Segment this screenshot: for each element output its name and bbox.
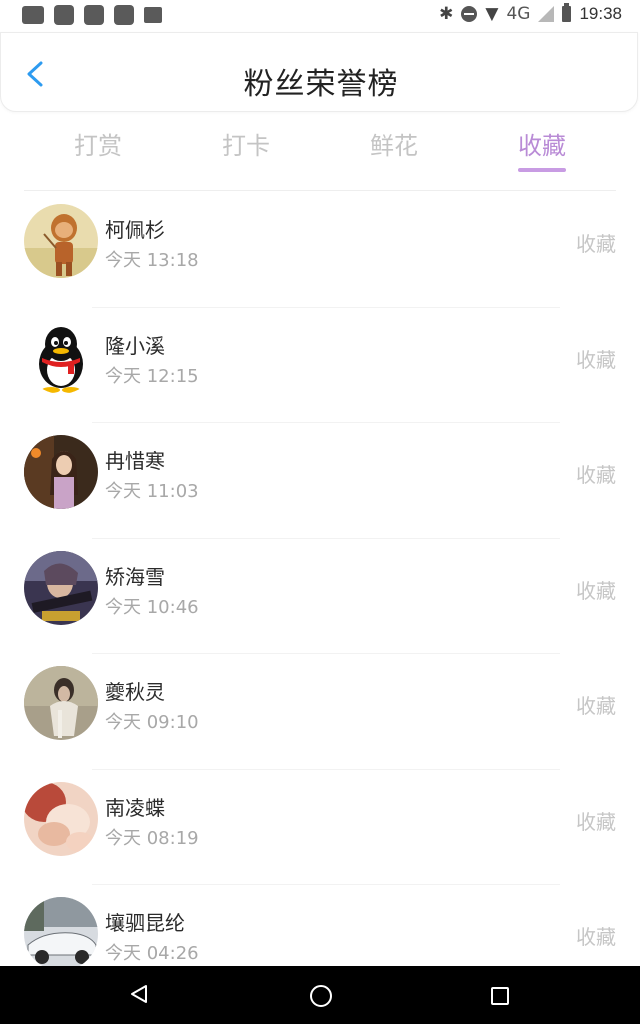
avatar <box>24 204 98 278</box>
nav-recent-apps-icon[interactable] <box>491 987 509 1005</box>
fan-time: 今天 09:10 <box>105 712 199 733</box>
list-item[interactable]: 南凌蝶 今天 08:19 收藏 <box>0 770 640 885</box>
message-icon <box>22 6 44 24</box>
list-item[interactable]: 冉惜寒 今天 11:03 收藏 <box>0 423 640 539</box>
wifi-icon: ▼ <box>485 4 499 24</box>
tab-checkin[interactable]: 打卡 <box>196 126 296 161</box>
fan-time: 今天 04:26 <box>105 943 199 964</box>
app-notification-icon <box>54 5 74 25</box>
image-icon <box>144 7 162 23</box>
navigation-bar <box>0 966 640 1024</box>
header: 粉丝荣誉榜 <box>0 32 638 112</box>
avatar <box>24 319 98 394</box>
system-indicators: ✱ ▼ 4G 19:38 <box>439 3 622 24</box>
fan-action-label: 收藏 <box>576 925 616 949</box>
page-title: 粉丝荣誉榜 <box>243 67 399 102</box>
fan-time: 今天 10:46 <box>105 596 199 618</box>
signal-icon <box>538 6 555 22</box>
app-notification-icon <box>84 5 104 25</box>
avatar <box>24 550 98 625</box>
fan-action-label: 收藏 <box>576 347 616 372</box>
fan-name: 矫海雪 <box>105 564 165 589</box>
nav-home-icon[interactable] <box>310 985 332 1007</box>
tab-flowers[interactable]: 鲜花 <box>344 126 444 161</box>
fan-action-label: 收藏 <box>576 809 616 834</box>
tab-tip[interactable]: 打赏 <box>48 126 148 161</box>
notification-icons <box>22 5 162 25</box>
fan-name: 柯佩杉 <box>105 218 165 242</box>
list-item[interactable]: 矫海雪 今天 10:46 收藏 <box>0 539 640 654</box>
active-tab-indicator <box>518 168 566 172</box>
fan-time: 今天 08:19 <box>105 827 199 849</box>
list-item[interactable]: 柯佩杉 今天 13:18 收藏 <box>0 192 640 308</box>
avatar <box>24 781 98 856</box>
fan-name: 南凌蝶 <box>105 795 165 820</box>
nav-back-icon[interactable] <box>130 984 148 1004</box>
fan-action-label: 收藏 <box>576 578 616 603</box>
avatar <box>24 666 98 740</box>
app-notification-icon <box>114 5 134 25</box>
clock: 19:38 <box>579 4 622 23</box>
fan-name: 夔秋灵 <box>105 680 165 704</box>
avatar <box>24 897 98 971</box>
tab-bar: 打赏 打卡 鲜花 收藏 <box>24 120 616 191</box>
do-not-disturb-icon <box>461 6 478 22</box>
tab-favorites[interactable]: 收藏 <box>492 126 592 161</box>
status-bar: ✱ ▼ 4G 19:38 <box>0 0 640 32</box>
bluetooth-icon: ✱ <box>439 4 454 24</box>
fan-list: 柯佩杉 今天 13:18 收藏 隆小溪 今天 12:15 收藏 冉惜寒 今天 1… <box>0 192 640 1001</box>
list-item[interactable]: 隆小溪 今天 12:15 收藏 <box>0 308 640 423</box>
fan-action-label: 收藏 <box>576 232 616 256</box>
list-item[interactable]: 夔秋灵 今天 09:10 收藏 <box>0 654 640 770</box>
fan-action-label: 收藏 <box>576 463 616 487</box>
avatar <box>24 435 98 509</box>
battery-icon <box>562 3 572 22</box>
fan-action-label: 收藏 <box>576 694 616 718</box>
fan-time: 今天 12:15 <box>105 365 199 387</box>
fan-name: 壤驷昆纶 <box>105 911 185 935</box>
fan-time: 今天 13:18 <box>105 250 199 271</box>
fan-name: 隆小溪 <box>105 333 165 358</box>
fan-name: 冉惜寒 <box>105 449 165 473</box>
network-type: 4G <box>506 4 531 24</box>
fan-time: 今天 11:03 <box>105 481 199 502</box>
